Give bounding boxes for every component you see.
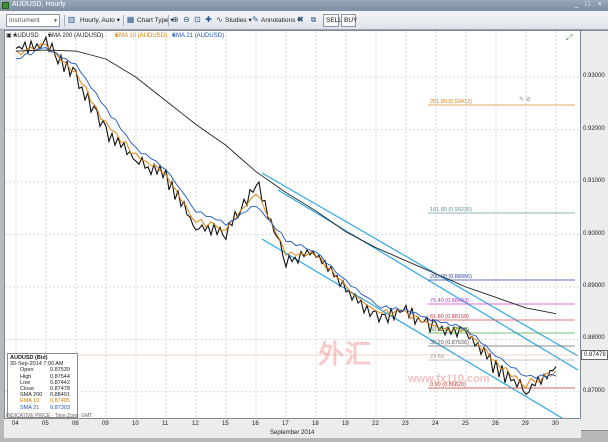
legend-ema10[interactable]: EMA 10 (AUDUSD) ▾ [115, 31, 167, 41]
channel-upper-line[interactable] [261, 172, 579, 357]
price-tick-label: 0.93000 [583, 73, 605, 80]
data-row: SMA 21 0.87303 [10, 405, 75, 411]
price-tick-label: 0.92000 [583, 125, 605, 132]
time-tick-label: 17 [282, 421, 289, 427]
legend-sma200-label: SMA 200 (AUDUSD) [48, 33, 104, 39]
time-tick-label: 29 [522, 421, 529, 427]
time-tick-label: 09 [102, 421, 109, 427]
price-tick-label: 0.88000 [583, 335, 605, 342]
chart-svg: 261.80 (0.92412) 161.80 (0.90235) 200.00… [5, 31, 580, 419]
fib-label: 76.40 (0.88493) [430, 298, 469, 304]
time-tick-label: 30 [552, 421, 559, 427]
data-value: 0.87303 [50, 404, 70, 411]
fib-label: 38.20 (0.87636) [430, 340, 469, 346]
fibonacci-levels [6, 104, 578, 389]
time-tick-label: 12 [192, 421, 199, 427]
fib-label: 61.80 (0.88169) [430, 314, 469, 320]
time-tick-label: 16 [252, 421, 259, 427]
fib-label: 50.00 (0.87908) [430, 327, 469, 333]
time-tick-label: 25 [462, 421, 469, 427]
legend-sma200[interactable]: SMA 200 (AUDUSD) ▾ [48, 31, 103, 41]
legend-sma21-label: SMA 21 (AUDUSD) [172, 33, 225, 39]
data-label: SMA 21 [20, 404, 40, 411]
price-tick-label: 0.89000 [583, 282, 605, 289]
fib-label: 261.80 (0.92412) [430, 99, 472, 105]
legend-sma21[interactable]: SMA 21 (AUDUSD) ▾ [172, 31, 224, 41]
channel-lower-line[interactable] [261, 238, 563, 419]
fib-label: 23.60 [430, 354, 444, 360]
watermark-logo: 外汇 [318, 339, 373, 369]
time-tick-label: 24 [432, 421, 439, 427]
time-tick-label: 10 [132, 421, 139, 427]
time-axis-title: September 2014 [270, 430, 315, 436]
expand-icon[interactable]: ⤢ [565, 33, 572, 42]
fib-label: 161.80 (0.90235) [430, 207, 472, 213]
time-tick-label: 23 [402, 421, 409, 427]
data-window: AUDUSD (Bid) 30-Sep-2014 7:00 AM Open 0.8… [7, 353, 78, 418]
time-tick-label: 22 [372, 421, 379, 427]
price-tick-label: 0.90000 [583, 230, 605, 237]
legend-symbol-label: AUDUSD [13, 33, 39, 39]
trading-chart-window: AUDUSD, Hourly _ □ × Instrument ▼ ▥ Hour… [0, 0, 608, 442]
time-tick-label: 15 [222, 421, 229, 427]
footer-note: INDICATIVE PRICE · Time Zone: GMT [6, 413, 93, 419]
time-tick-label: 08 [72, 421, 79, 427]
price-tick-label: 0.91000 [583, 178, 605, 185]
time-tick-label: 05 [42, 421, 49, 427]
current-price-tag: 0.87478 [581, 350, 608, 360]
time-tick-label: 18 [312, 421, 319, 427]
time-tick-label: 26 [492, 421, 499, 427]
time-tick-label: 04 [12, 421, 19, 427]
watermark-url: www.fx110.com [408, 373, 490, 385]
pencil-icon[interactable]: ✎ ⊘ [519, 96, 531, 103]
time-tick-label: 11 [162, 421, 169, 427]
fib-label: 200.00 (0.88956) [430, 274, 472, 280]
time-tick-label: 19 [342, 421, 349, 427]
price-tick-label: 0.87000 [583, 387, 605, 394]
legend-ema10-label: EMA 10 (AUDUSD) [115, 33, 168, 39]
legend-symbol[interactable]: ▣ AUDUSD ▾ [6, 31, 39, 41]
